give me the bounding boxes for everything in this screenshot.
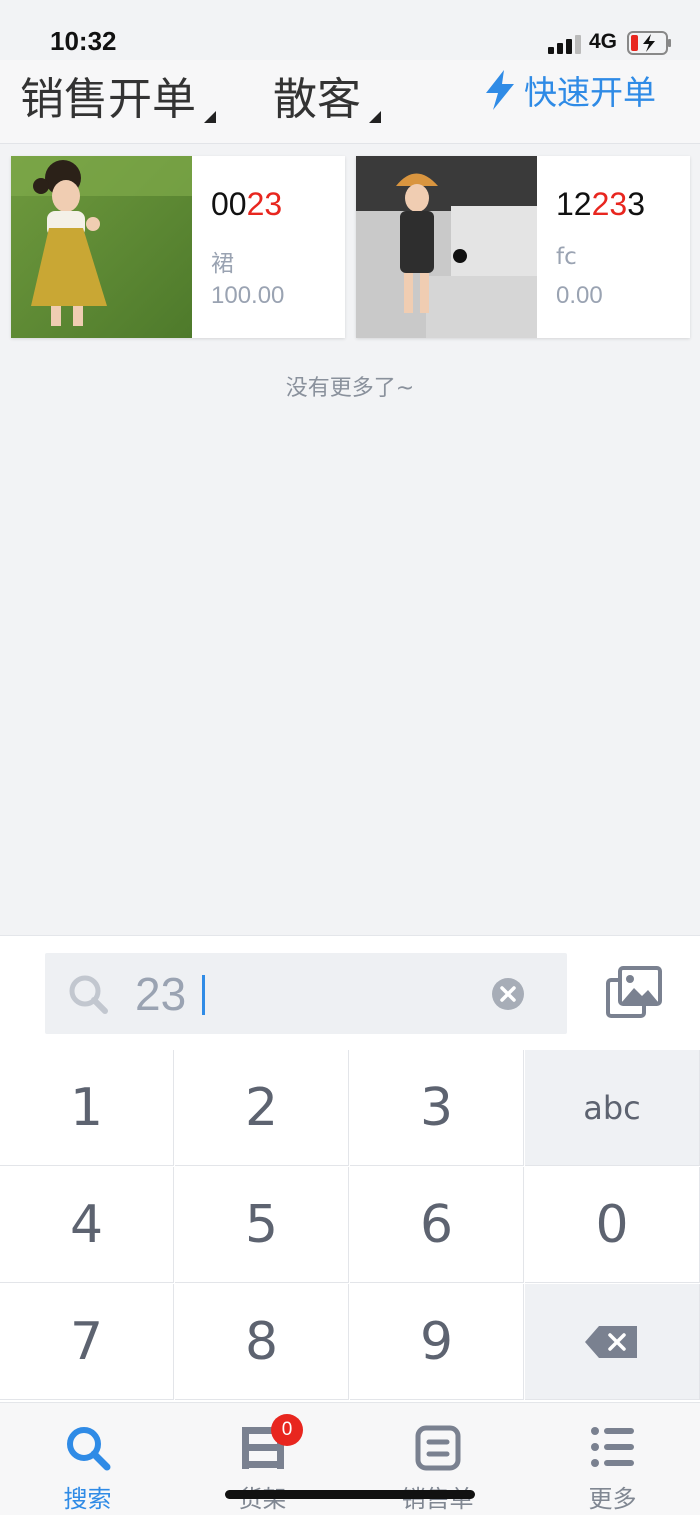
- product-price: 100.00: [211, 282, 285, 309]
- search-icon: [69, 975, 108, 1014]
- product-price: 0.00: [556, 282, 603, 309]
- backspace-icon: [585, 1325, 637, 1358]
- search-value: 23: [135, 968, 187, 1020]
- code-prefix: 00: [211, 186, 247, 222]
- search-icon: [66, 1427, 110, 1471]
- more-list-icon: [590, 1427, 634, 1467]
- quick-order-label: 快速开单: [524, 73, 656, 112]
- key-8[interactable]: 8: [175, 1284, 349, 1400]
- dropdown-corner-icon: [369, 111, 381, 123]
- key-3[interactable]: 3: [350, 1050, 524, 1166]
- numeric-keypad: 1 2 3 abc 4 5 6 0 7 8 9: [0, 1050, 700, 1402]
- dropdown-corner-icon: [204, 111, 216, 123]
- text-cursor: [202, 975, 205, 1015]
- home-indicator[interactable]: [225, 1490, 475, 1499]
- search-panel: 23: [0, 935, 700, 1050]
- clear-icon[interactable]: [492, 978, 524, 1010]
- product-name: 裙: [211, 251, 234, 277]
- customer-label: 散客: [273, 74, 361, 125]
- key-4[interactable]: 4: [0, 1167, 174, 1283]
- list-end-text: 没有更多了~: [285, 376, 415, 401]
- tab-label: 更多: [588, 1485, 637, 1513]
- customer-selector[interactable]: 散客: [273, 63, 381, 127]
- key-0[interactable]: 0: [525, 1167, 700, 1283]
- key-5[interactable]: 5: [175, 1167, 349, 1283]
- product-card[interactable]: 0023 裙 100.00: [11, 156, 345, 338]
- app-header: 销售开单 散客 快速开单: [0, 60, 700, 144]
- code-prefix: 12: [556, 186, 592, 222]
- quick-order-button[interactable]: 快速开单: [484, 68, 656, 112]
- image-search-icon[interactable]: [606, 966, 662, 1020]
- key-6[interactable]: 6: [350, 1167, 524, 1283]
- search-input[interactable]: 23: [45, 953, 567, 1034]
- shelf-count-badge: 0: [271, 1414, 303, 1446]
- lightning-icon: [486, 70, 514, 110]
- code-match-highlight: 23: [591, 186, 628, 222]
- backspace-key[interactable]: [525, 1284, 700, 1400]
- product-code: 0023: [211, 186, 282, 223]
- product-name: fc: [556, 244, 577, 270]
- order-type-label: 销售开单: [20, 74, 196, 125]
- key-abc[interactable]: abc: [525, 1050, 700, 1166]
- tab-more[interactable]: 更多: [525, 1403, 700, 1515]
- code-suffix: 3: [627, 186, 645, 222]
- key-1[interactable]: 1: [0, 1050, 174, 1166]
- signal-icon: [548, 34, 582, 54]
- key-2[interactable]: 2: [175, 1050, 349, 1166]
- key-9[interactable]: 9: [350, 1284, 524, 1400]
- product-image: [356, 156, 537, 338]
- status-bar: 10:32 4G: [0, 0, 700, 60]
- tab-search[interactable]: 搜索: [0, 1403, 175, 1515]
- key-7[interactable]: 7: [0, 1284, 174, 1400]
- status-time: 10:32: [50, 26, 117, 56]
- tab-label: 搜索: [63, 1485, 112, 1513]
- sales-order-icon: [415, 1425, 460, 1471]
- code-match-highlight: 23: [246, 186, 283, 222]
- product-card[interactable]: 12233 fc 0.00: [356, 156, 690, 338]
- order-type-selector[interactable]: 销售开单: [20, 63, 216, 127]
- product-code: 12233: [556, 186, 645, 223]
- battery-charging-icon: [627, 31, 671, 55]
- product-image: [11, 156, 192, 338]
- network-type: 4G: [589, 30, 618, 53]
